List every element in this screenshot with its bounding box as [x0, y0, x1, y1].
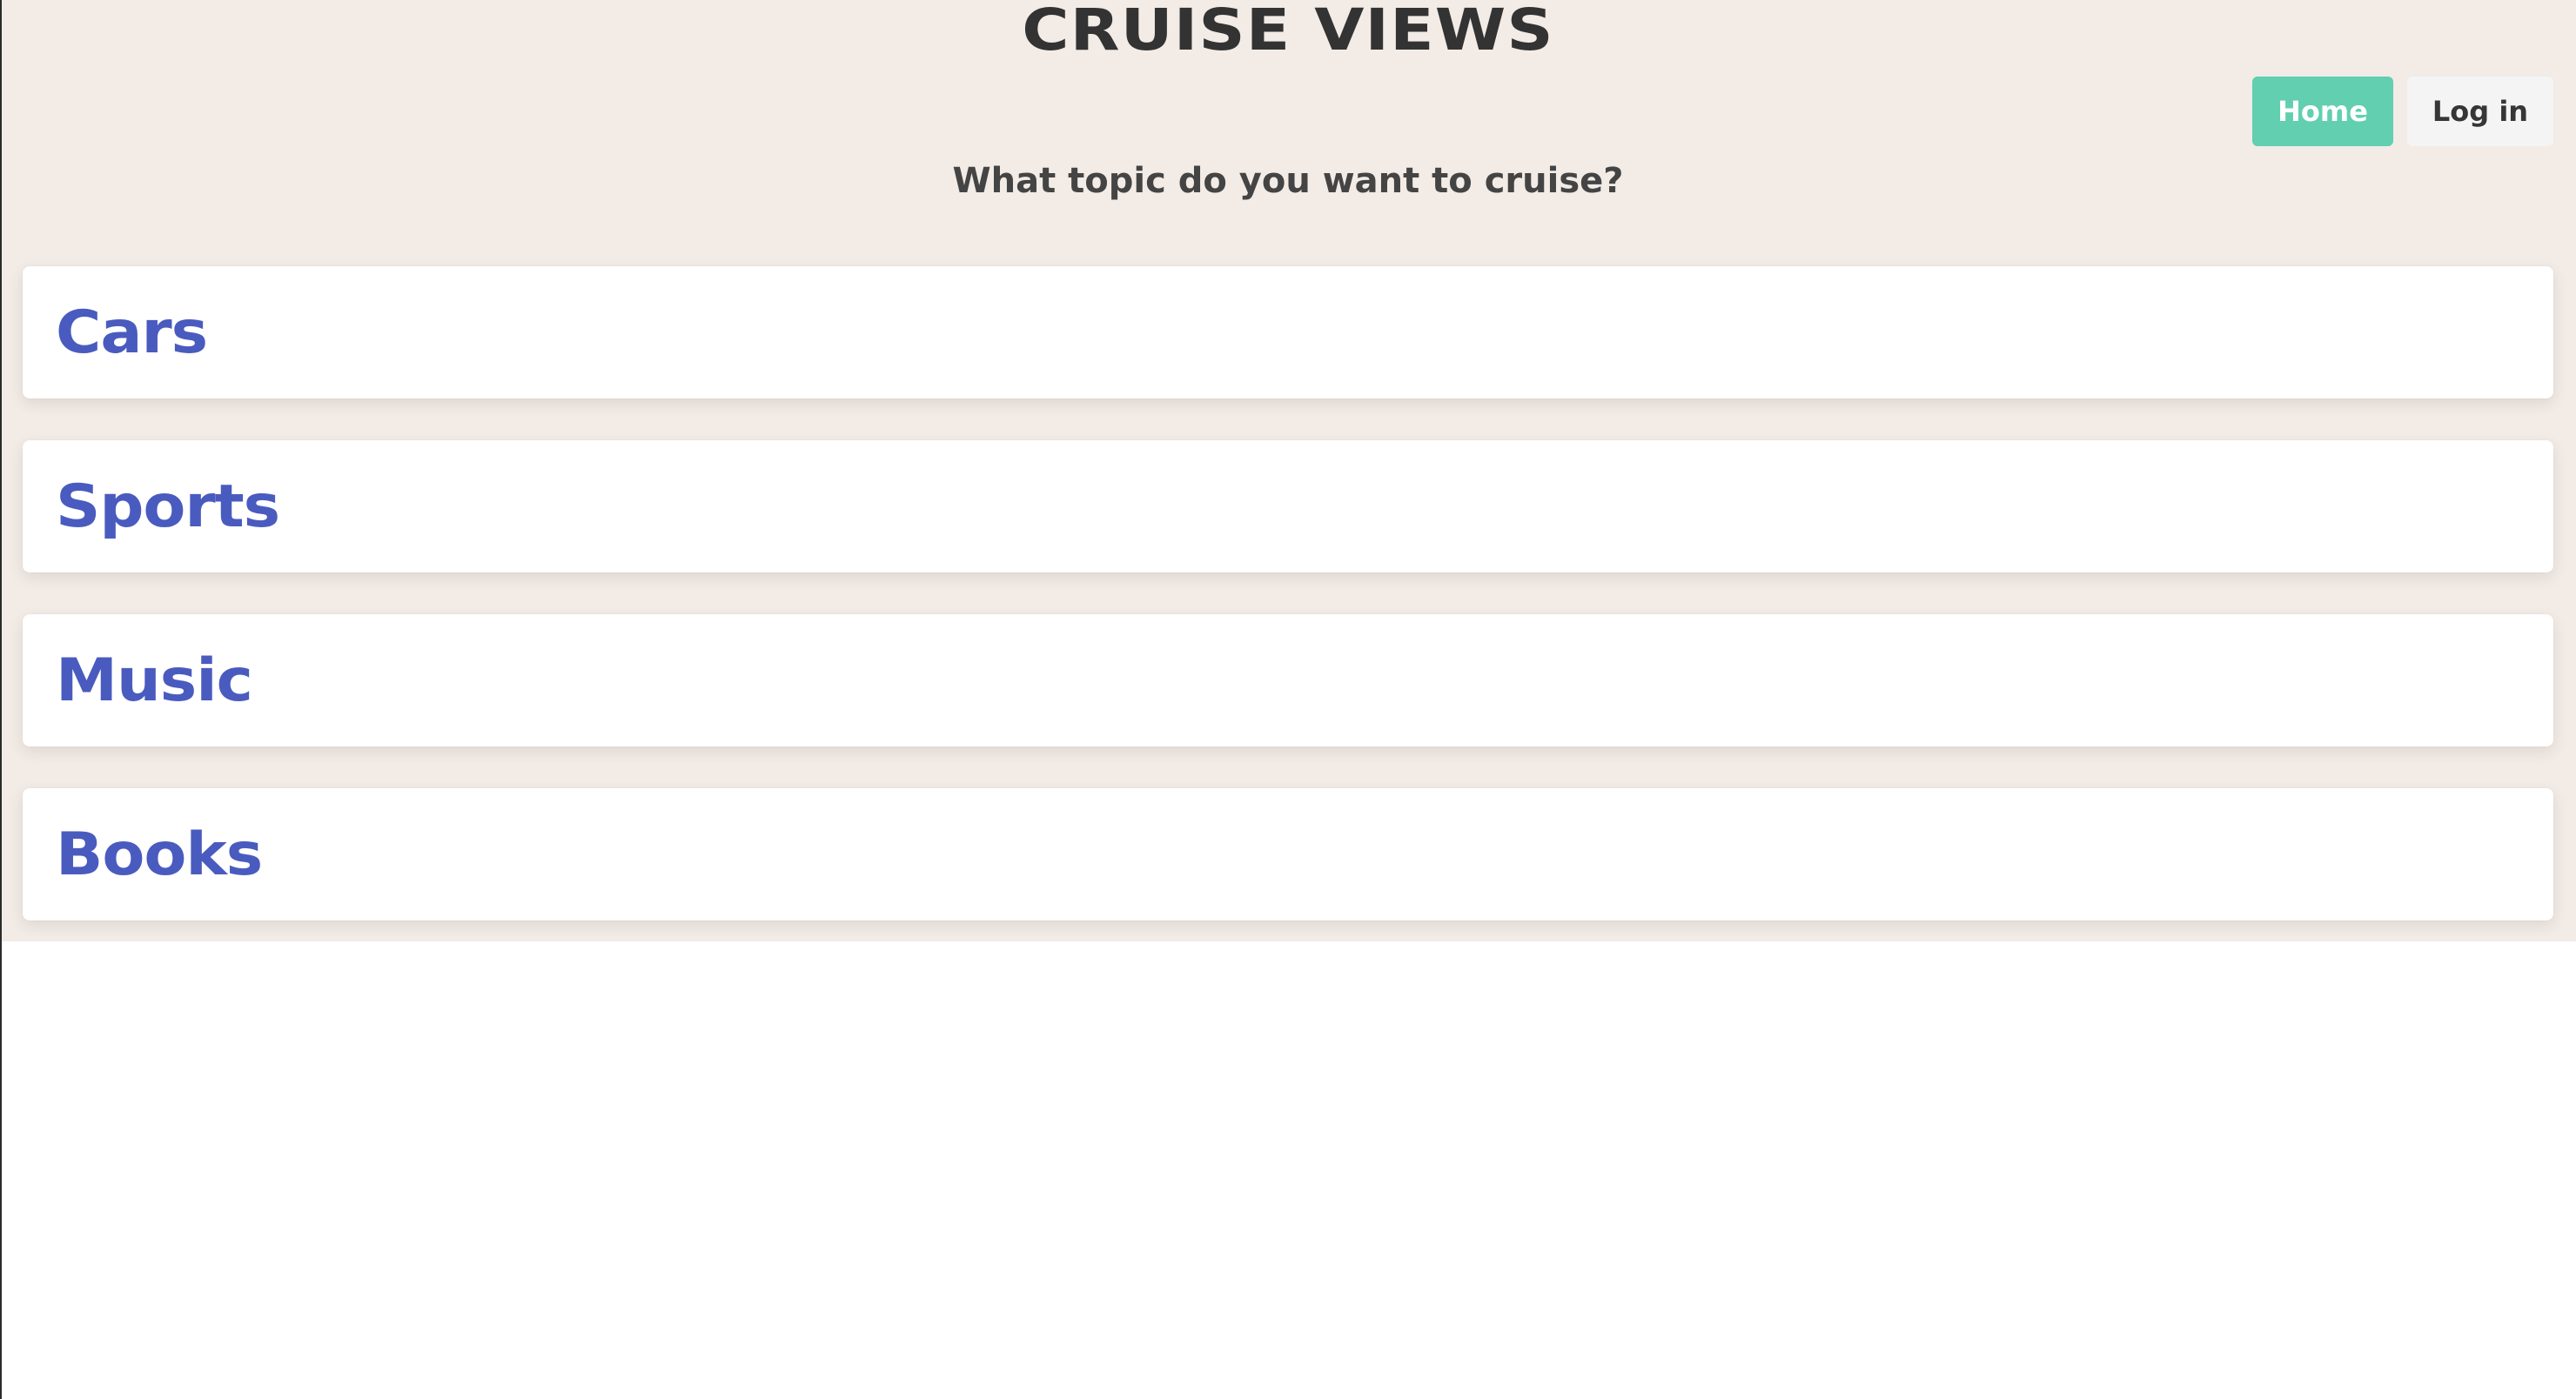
topic-card-cars[interactable]: Cars [23, 266, 2553, 398]
page-subtitle: What topic do you want to cruise? [952, 161, 1624, 201]
topic-card-music[interactable]: Music [23, 614, 2553, 746]
login-button[interactable]: Log in [2407, 77, 2553, 146]
topic-card-sports[interactable]: Sports [23, 440, 2553, 572]
top-nav: Home Log in [2252, 77, 2553, 146]
site-title: CRUISE VIEWS [1022, 0, 1554, 64]
topic-label: Books [56, 820, 263, 889]
topic-label: Music [56, 646, 253, 715]
topic-card-books[interactable]: Books [23, 788, 2553, 920]
topic-label: Cars [56, 298, 208, 367]
topic-label: Sports [56, 472, 280, 541]
topic-list: Cars Sports Music Books [23, 266, 2553, 962]
home-button[interactable]: Home [2252, 77, 2393, 146]
